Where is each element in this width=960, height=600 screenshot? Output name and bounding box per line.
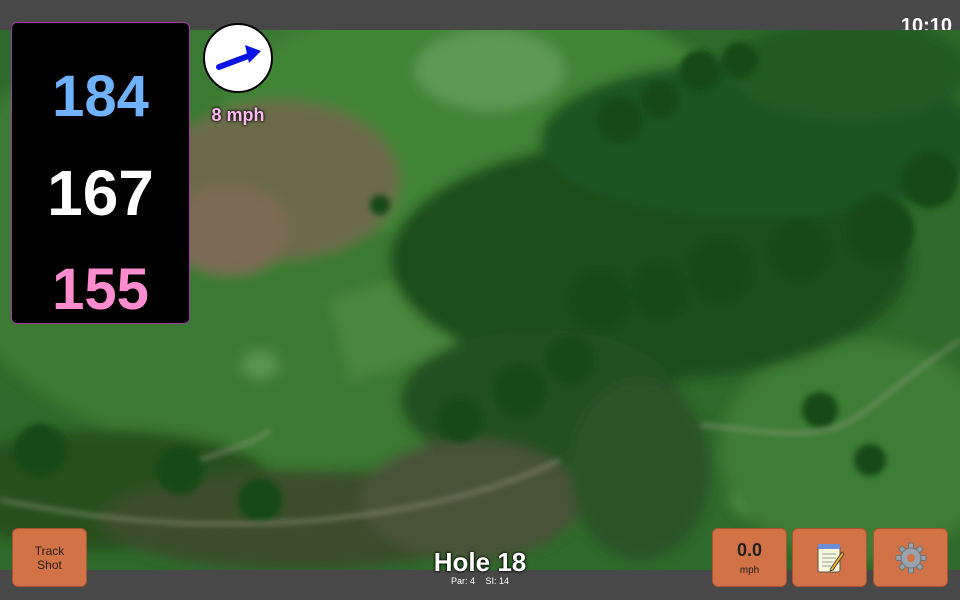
hole-stroke-index: SI: 14 (485, 576, 510, 586)
hole-info: Hole 18 Par: 4 SI: 14 (380, 548, 580, 586)
hole-details: Par: 4 SI: 14 (380, 576, 580, 586)
speed-value: 0.0 (736, 539, 763, 560)
distance-middle: 167 (47, 157, 154, 229)
wind-speed: 8 mph (211, 105, 265, 125)
notepad-icon (817, 543, 845, 572)
speed-unit: mph (739, 564, 760, 576)
distance-back: 184 (52, 64, 149, 129)
gear-icon (895, 542, 926, 573)
speed-button[interactable]: 0.0 mph (712, 528, 787, 587)
track-shot-label-line1: Track (34, 543, 65, 558)
hole-title: Hole 18 (433, 547, 527, 577)
arrow-icon (216, 45, 261, 70)
track-shot-label-line2: Shot (37, 557, 62, 572)
settings-button[interactable] (873, 528, 948, 587)
wind-compass (203, 23, 273, 93)
track-shot-button[interactable]: Track Shot (12, 528, 87, 587)
notes-button[interactable] (792, 528, 867, 587)
distance-front: 155 (52, 257, 149, 322)
hole-par: Par: 4 (450, 576, 475, 586)
distance-panel: 184 167 155 (11, 22, 190, 324)
